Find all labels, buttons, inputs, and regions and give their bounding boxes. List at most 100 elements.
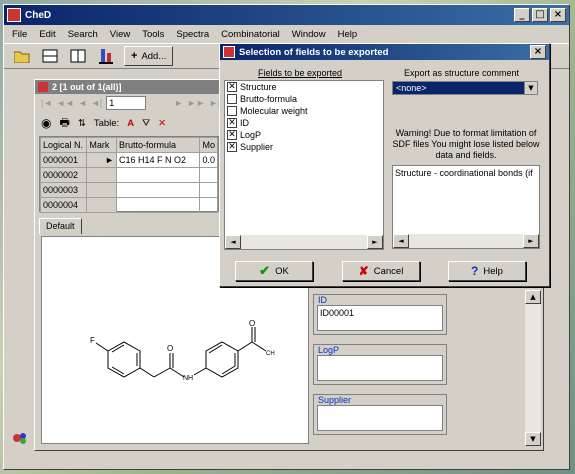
row-mark xyxy=(86,167,117,183)
field-checkbox[interactable] xyxy=(227,94,237,104)
view-icon[interactable]: ◉ xyxy=(41,116,51,130)
records-table[interactable]: Logical N. Mark Brutto-formula Mo 000000… xyxy=(39,136,219,213)
row-mo[interactable]: 0.0 xyxy=(199,152,218,168)
open-folder-icon[interactable] xyxy=(12,47,32,65)
list-item[interactable]: ✕ LogP xyxy=(225,129,383,141)
field-checkbox[interactable]: ✕ xyxy=(227,130,237,140)
col-header-mark[interactable]: Mark xyxy=(86,137,117,153)
sort-icon[interactable]: ⇅ xyxy=(78,118,86,129)
table-row[interactable]: 0000002 xyxy=(39,167,218,183)
next-page-icon[interactable]: ►► xyxy=(187,98,205,108)
supplier-field[interactable] xyxy=(317,405,443,431)
field-checkbox[interactable]: ✕ xyxy=(227,118,237,128)
first-record-icon[interactable]: |◄ xyxy=(41,98,52,108)
row-mark xyxy=(86,182,117,198)
memo-hscrollbar[interactable]: ◄ ► xyxy=(393,234,539,248)
list-item[interactable]: ✕ Supplier xyxy=(225,141,383,153)
split-vertical-icon[interactable] xyxy=(68,47,88,65)
row-mo[interactable] xyxy=(199,167,218,183)
dialog-icon xyxy=(223,46,235,58)
row-id: 0000001 xyxy=(39,152,88,168)
export-heading: Export as structure comment xyxy=(404,68,520,78)
menu-window[interactable]: Window xyxy=(292,29,326,40)
menu-search[interactable]: Search xyxy=(68,29,98,40)
menu-file[interactable]: File xyxy=(12,29,27,40)
menu-combinatorial[interactable]: Combinatorial xyxy=(221,29,280,40)
database-icon[interactable] xyxy=(96,47,116,65)
split-horizontal-icon[interactable] xyxy=(40,47,60,65)
font-icon[interactable]: A xyxy=(127,118,134,129)
help-button[interactable]: ? Help xyxy=(448,261,526,281)
next-record-icon[interactable]: ► xyxy=(174,98,183,108)
memo-text: Structure - coordinational bonds (if xyxy=(395,168,533,178)
scroll-left-icon[interactable]: ◄ xyxy=(393,234,409,248)
id-field[interactable]: ID00001 xyxy=(317,305,443,331)
printer-icon[interactable]: 🖶 xyxy=(59,114,69,133)
row-mark xyxy=(86,197,117,213)
menu-help[interactable]: Help xyxy=(338,29,358,40)
close-button[interactable]: × xyxy=(550,8,566,22)
filter-icon[interactable]: ⛛ xyxy=(142,118,150,129)
fluorine-label: F xyxy=(90,336,95,345)
field-checkbox[interactable] xyxy=(227,106,237,116)
add-button[interactable]: + Add... xyxy=(124,46,174,66)
table-row[interactable]: 0000003 xyxy=(39,182,218,198)
row-formula[interactable]: C16 H14 F N O2 xyxy=(115,152,201,168)
add-button-label: Add... xyxy=(141,50,167,62)
menu-edit[interactable]: Edit xyxy=(39,29,55,40)
col-header-brutto-formula[interactable]: Brutto-formula xyxy=(115,137,201,153)
row-mo[interactable] xyxy=(199,197,218,213)
table-row[interactable]: 0000004 xyxy=(39,197,218,213)
scroll-right-icon[interactable]: ► xyxy=(523,234,539,248)
oxygen-label-1: O xyxy=(167,344,173,353)
list-item[interactable]: ✕ Structure xyxy=(225,81,383,93)
row-mo[interactable] xyxy=(199,182,218,198)
prev-page-icon[interactable]: ◄◄ xyxy=(56,98,74,108)
menu-spectra[interactable]: Spectra xyxy=(176,29,209,40)
export-comment-value: <none> xyxy=(396,83,427,93)
nav-back-icon[interactable]: ◄| xyxy=(91,98,102,108)
dialog-close-button[interactable]: × xyxy=(530,45,546,59)
maximize-button[interactable]: □ xyxy=(532,8,548,22)
taskbar-window-icon[interactable] xyxy=(12,431,28,445)
tab-default[interactable]: Default xyxy=(39,218,82,234)
list-item[interactable]: ✕ ID xyxy=(225,117,383,129)
prev-record-icon[interactable]: ◄ xyxy=(78,98,87,108)
col-header-mo[interactable]: Mo xyxy=(199,137,218,153)
scroll-right-icon[interactable]: ► xyxy=(367,235,383,249)
list-item[interactable]: Molecular weight xyxy=(225,105,383,117)
field-checkbox[interactable]: ✕ xyxy=(227,142,237,152)
logp-field[interactable] xyxy=(317,355,443,381)
fields-listbox[interactable]: ✕ Structure Brutto-formula Molecular wei… xyxy=(224,80,384,250)
record-number-input[interactable]: 1 xyxy=(106,96,147,110)
scroll-up-icon[interactable]: ▲ xyxy=(525,290,541,304)
menu-view[interactable]: View xyxy=(110,29,130,40)
field-label: Brutto-formula xyxy=(240,94,298,104)
ok-button[interactable]: ✔ OK xyxy=(235,261,313,281)
row-formula[interactable] xyxy=(115,167,201,183)
list-item[interactable]: Brutto-formula xyxy=(225,93,383,105)
row-formula[interactable] xyxy=(115,182,201,198)
export-comment-select[interactable]: <none> ▼ xyxy=(392,81,538,95)
main-titlebar: CheD _ □ × xyxy=(4,5,569,25)
minimize-button[interactable]: _ xyxy=(514,8,530,22)
lost-fields-memo[interactable]: Structure - coordinational bonds (if ◄ ► xyxy=(392,165,540,249)
field-checkbox[interactable]: ✕ xyxy=(227,82,237,92)
field-label: Structure xyxy=(240,82,277,92)
cancel-button[interactable]: ✘ Cancel xyxy=(342,261,420,281)
menu-tools[interactable]: Tools xyxy=(142,29,164,40)
supplier-field-group: Supplier xyxy=(313,394,447,435)
scroll-left-icon[interactable]: ◄ xyxy=(225,235,241,249)
vertical-scrollbar[interactable]: ▲ ▼ xyxy=(525,290,541,446)
cancel-x-icon: ✘ xyxy=(358,264,369,278)
fields-hscrollbar[interactable]: ◄ ► xyxy=(225,235,383,249)
col-header-logical-n[interactable]: Logical N. xyxy=(39,137,88,153)
remove-filter-icon[interactable]: ✕ xyxy=(158,118,166,129)
field-label: LogP xyxy=(240,130,262,140)
row-formula[interactable] xyxy=(115,197,201,213)
check-icon: ✔ xyxy=(259,263,271,278)
table-row[interactable]: 0000001 ► C16 H14 F N O2 0.0 xyxy=(39,152,218,168)
chevron-down-icon[interactable]: ▼ xyxy=(524,82,537,94)
scroll-down-icon[interactable]: ▼ xyxy=(525,432,541,446)
field-label: Supplier xyxy=(240,142,274,152)
